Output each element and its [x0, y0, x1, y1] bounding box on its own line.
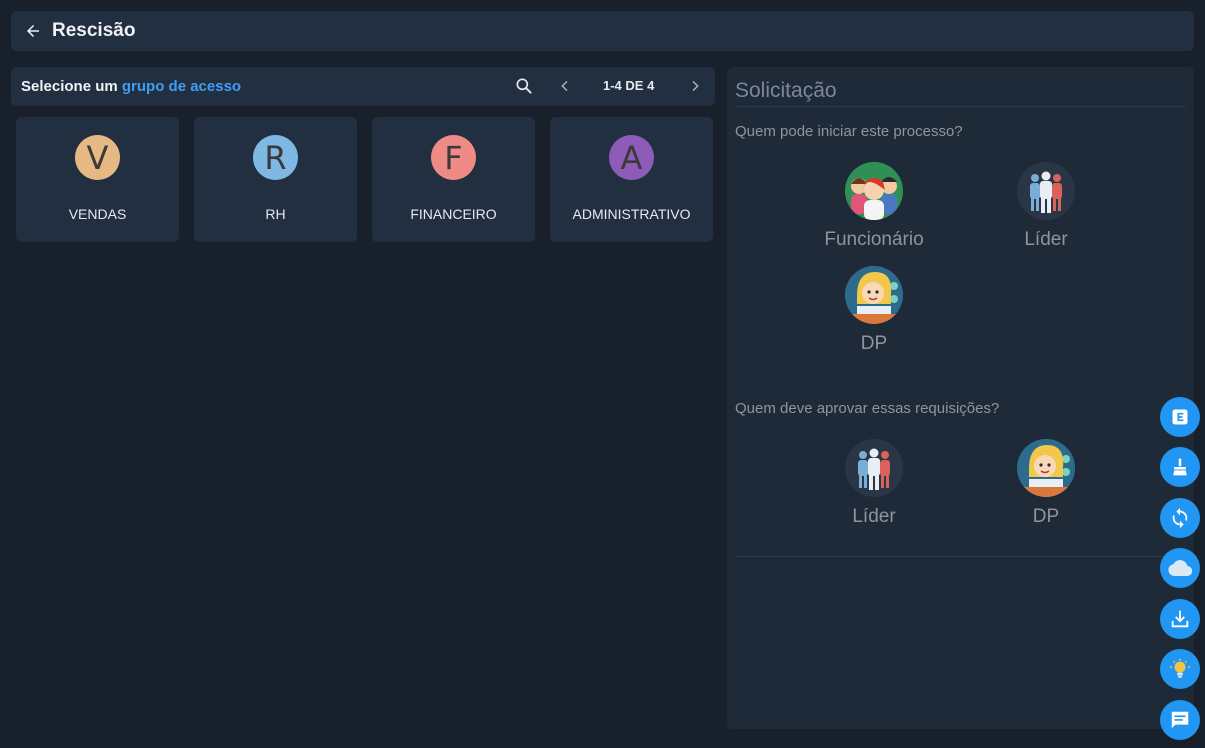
team-leader-icon [1017, 162, 1075, 220]
chat-button[interactable] [1160, 700, 1200, 740]
group-name: FINANCEIRO [410, 206, 497, 222]
sync-button[interactable] [1160, 498, 1200, 538]
lightbulb-icon [1169, 658, 1191, 678]
start-question: Quem pode iniciar este processo? [735, 123, 963, 140]
group-name: ADMINISTRATIVO [572, 206, 691, 222]
role-name: Líder [852, 506, 896, 527]
group-selector-prefix: Selecione um [21, 78, 118, 95]
broom-icon [1173, 458, 1187, 476]
clean-button[interactable] [1160, 447, 1200, 487]
group-name: RH [265, 206, 286, 222]
e-badge-icon [1172, 409, 1188, 425]
group-name: VENDAS [68, 206, 127, 222]
role-name: Funcionário [824, 229, 924, 250]
dp-illustration-icon [1017, 439, 1075, 497]
search-icon[interactable] [514, 76, 534, 96]
chat-icon [1171, 711, 1189, 729]
download-button[interactable] [1160, 599, 1200, 639]
divider [735, 106, 1186, 107]
group-avatar: F [431, 135, 476, 180]
panel-title: Solicitação [735, 79, 837, 102]
group-selector-label: Selecione um grupo de acesso [21, 78, 241, 95]
role-funcionario: Funcionário [804, 162, 944, 251]
solicitacao-panel: Solicitação Quem pode iniciar este proce… [727, 67, 1194, 729]
role-name: Líder [1024, 229, 1068, 250]
divider [735, 556, 1186, 557]
top-bar: Rescisão [11, 11, 1194, 51]
ideas-button[interactable] [1160, 649, 1200, 689]
group-card-financeiro[interactable]: F FINANCEIRO [372, 117, 535, 242]
team-leader-icon [845, 439, 903, 497]
next-page-button[interactable] [685, 76, 705, 96]
dp-illustration-icon [845, 266, 903, 324]
group-avatar: V [75, 135, 120, 180]
previous-page-button[interactable] [555, 76, 575, 96]
group-selector-bar: Selecione um grupo de acesso 1-4 DE 4 [11, 67, 715, 106]
chevron-left-icon [561, 80, 568, 92]
group-card-administrativo[interactable]: A ADMINISTRATIVO [550, 117, 713, 242]
approver-dp: DP [976, 439, 1116, 528]
approve-question: Quem deve aprovar essas requisições? [735, 400, 1000, 417]
cloud-icon [1168, 560, 1192, 577]
group-avatar: R [253, 135, 298, 180]
role-name: DP [860, 333, 888, 354]
group-selector-highlight: grupo de acesso [121, 78, 242, 95]
back-arrow-icon[interactable] [23, 21, 43, 41]
group-card-rh[interactable]: R RH [194, 117, 357, 242]
download-icon [1171, 610, 1189, 628]
pagination-label: 1-4 DE 4 [603, 78, 655, 93]
role-lider: Líder [976, 162, 1116, 251]
chevron-right-icon [692, 80, 699, 92]
group-card-vendas[interactable]: V VENDAS [16, 117, 179, 242]
employees-illustration-icon [845, 162, 903, 220]
sync-icon [1172, 507, 1188, 529]
role-name: DP [1032, 506, 1060, 527]
e-badge-button[interactable] [1160, 397, 1200, 437]
group-avatar: A [609, 135, 654, 180]
page-title: Rescisão [52, 20, 136, 41]
cloud-button[interactable] [1160, 548, 1200, 588]
approver-lider: Líder [804, 439, 944, 528]
role-dp: DP [804, 266, 944, 355]
